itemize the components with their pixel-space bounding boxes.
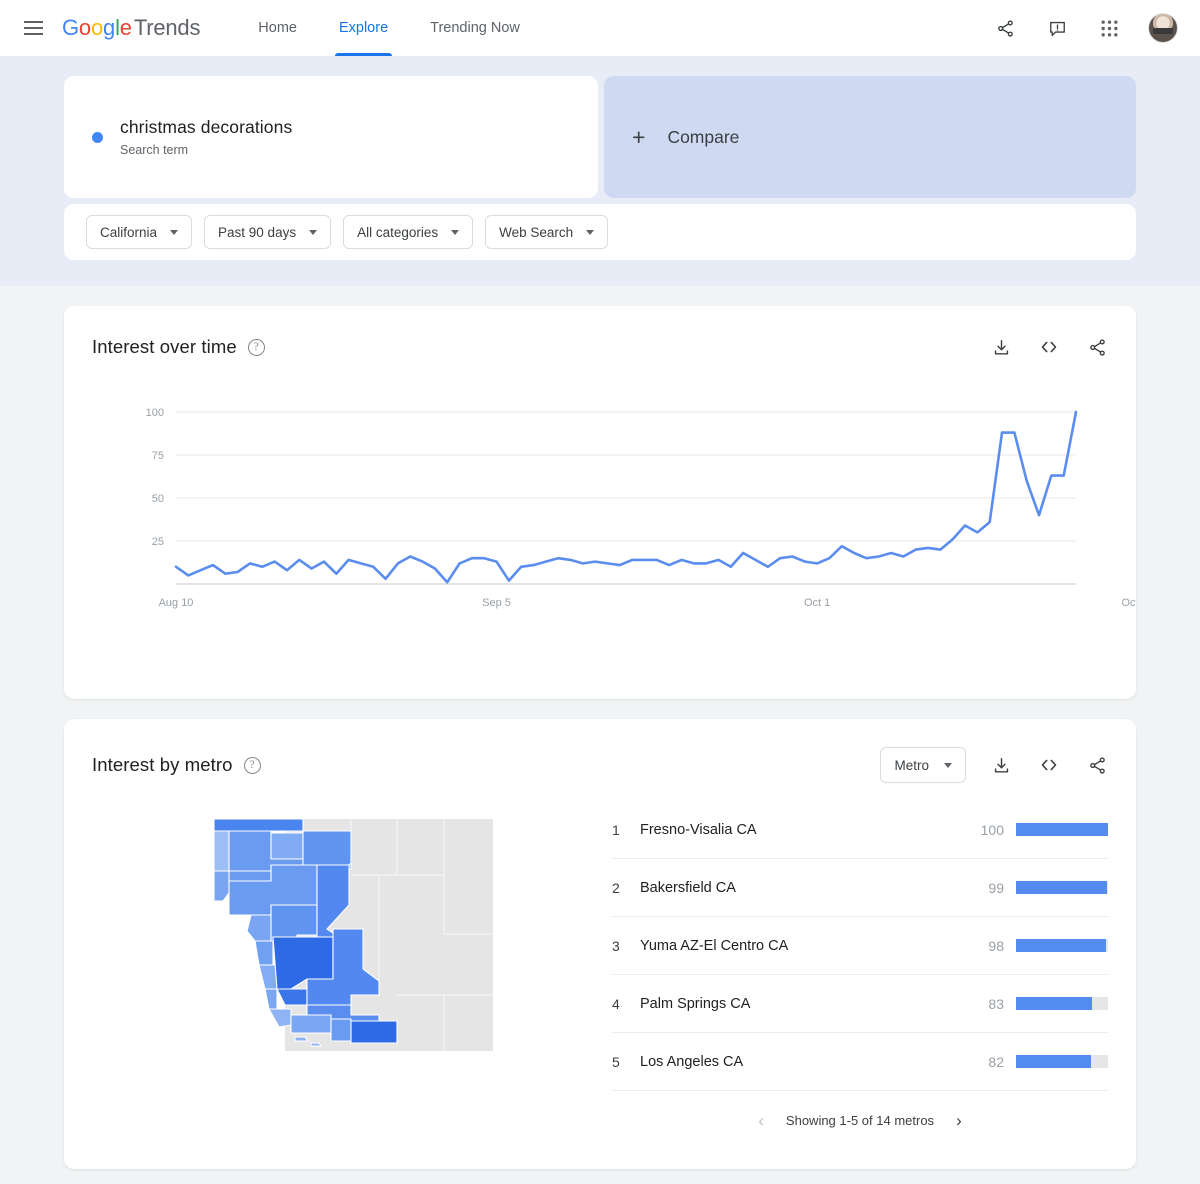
svg-text:Oct 27: Oct 27 xyxy=(1121,597,1136,609)
compare-label: Compare xyxy=(667,126,740,147)
metro-value: 82 xyxy=(988,1053,1004,1070)
download-icon[interactable] xyxy=(988,334,1014,360)
table-row[interactable]: 3 Yuma AZ-El Centro CA 98 xyxy=(612,917,1108,975)
help-icon[interactable]: ? xyxy=(247,338,265,356)
metro-bar xyxy=(1016,823,1108,836)
metro-bar xyxy=(1016,881,1108,894)
interest-over-time-card: Interest over time ? 25 50 75 100 Aug 10… xyxy=(64,306,1136,699)
google-wordmark: Google xyxy=(62,15,132,40)
apps-grid-icon[interactable] xyxy=(1096,15,1122,41)
california-choropleth-map[interactable] xyxy=(211,819,493,1051)
avatar[interactable] xyxy=(1148,13,1178,43)
metro-value: 98 xyxy=(988,937,1004,954)
embed-icon[interactable] xyxy=(1036,752,1062,778)
location-filter[interactable]: California xyxy=(86,215,193,249)
google-trends-logo[interactable]: Google Trends xyxy=(62,15,200,41)
category-filter-label: All categories xyxy=(357,224,439,240)
metro-level-select[interactable]: Metro xyxy=(880,747,966,783)
query-band: christmas decorations Search term + Comp… xyxy=(0,56,1200,286)
interest-by-metro-actions: Metro xyxy=(880,747,1110,783)
feedback-icon[interactable] xyxy=(1044,15,1070,41)
share-icon[interactable] xyxy=(1084,334,1110,360)
help-icon[interactable]: ? xyxy=(243,756,261,774)
interest-by-metro-header: Interest by metro ? Metro xyxy=(64,719,1136,783)
chevron-down-icon xyxy=(451,229,460,235)
pagination-status: Showing 1-5 of 14 metros xyxy=(785,1112,935,1128)
chevron-down-icon xyxy=(309,229,318,235)
table-row[interactable]: 1 Fresno-Visalia CA 100 xyxy=(612,801,1108,859)
metro-pagination: ‹ Showing 1-5 of 14 metros › xyxy=(612,1091,1108,1149)
metro-bar xyxy=(1016,1055,1108,1068)
metro-list: 1 Fresno-Visalia CA 100 2 Bakersfield CA… xyxy=(612,797,1108,1149)
page-title-interest-over-time: Interest over time xyxy=(92,336,237,357)
download-icon[interactable] xyxy=(988,752,1014,778)
metro-map[interactable] xyxy=(92,797,612,1149)
metro-rank: 5 xyxy=(612,1053,620,1070)
line-chart-svg: 25 50 75 100 Aug 10 Sep 5 Oct 1 Oct 27 xyxy=(146,407,1136,609)
category-filter[interactable]: All categories xyxy=(343,215,474,249)
share-icon[interactable] xyxy=(1084,752,1110,778)
time-range-filter-label: Past 90 days xyxy=(218,224,297,240)
metro-value: 83 xyxy=(988,995,1004,1012)
metro-name: Fresno-Visalia CA xyxy=(640,821,757,838)
svg-text:Oct 1: Oct 1 xyxy=(804,597,830,609)
metro-name: Los Angeles CA xyxy=(640,1053,744,1070)
prev-page-button[interactable]: ‹ xyxy=(758,1112,764,1129)
svg-text:50: 50 xyxy=(152,493,164,505)
svg-text:75: 75 xyxy=(152,450,164,462)
compare-button[interactable]: + Compare xyxy=(604,76,1136,198)
table-row[interactable]: 2 Bakersfield CA 99 xyxy=(612,859,1108,917)
filter-bar: California Past 90 days All categories W… xyxy=(64,204,1136,260)
svg-text:Aug 10: Aug 10 xyxy=(159,597,194,609)
embed-icon[interactable] xyxy=(1036,334,1062,360)
metro-level-value: Metro xyxy=(894,757,929,773)
top-bar: Google Trends Home Explore Trending Now xyxy=(0,0,1200,56)
nav-item-home[interactable]: Home xyxy=(258,0,297,56)
metro-name: Bakersfield CA xyxy=(640,879,736,896)
chevron-down-icon xyxy=(170,229,179,235)
trends-wordmark: Trends xyxy=(133,15,201,40)
metro-name: Palm Springs CA xyxy=(640,995,751,1012)
metro-rank: 4 xyxy=(612,995,620,1012)
metro-rank: 2 xyxy=(612,879,620,896)
metro-name: Yuma AZ-El Centro CA xyxy=(640,937,789,954)
search-term-text: christmas decorations xyxy=(120,117,293,137)
interest-over-time-actions xyxy=(988,334,1110,360)
main-content: Interest over time ? 25 50 75 100 Aug 10… xyxy=(0,286,1200,1169)
metro-bar xyxy=(1016,997,1108,1010)
plus-icon: + xyxy=(632,123,646,150)
page-title-interest-by-metro: Interest by metro xyxy=(92,754,233,775)
table-row[interactable]: 4 Palm Springs CA 83 xyxy=(612,975,1108,1033)
search-term-type: Search term xyxy=(120,143,189,157)
metro-value: 99 xyxy=(988,879,1004,896)
interest-by-metro-body: 1 Fresno-Visalia CA 100 2 Bakersfield CA… xyxy=(64,783,1136,1149)
chevron-down-icon xyxy=(586,229,595,235)
svg-text:25: 25 xyxy=(152,536,164,548)
metro-rank: 1 xyxy=(612,821,620,838)
location-filter-label: California xyxy=(100,224,158,240)
search-type-filter-label: Web Search xyxy=(499,224,574,240)
share-icon[interactable] xyxy=(992,15,1018,41)
main-nav: Home Explore Trending Now xyxy=(258,0,520,56)
time-range-filter[interactable]: Past 90 days xyxy=(204,215,332,249)
nav-item-explore[interactable]: Explore xyxy=(334,0,393,56)
next-page-button[interactable]: › xyxy=(956,1112,962,1129)
metro-value: 100 xyxy=(980,821,1004,838)
query-row: christmas decorations Search term + Comp… xyxy=(64,76,1136,198)
hamburger-icon[interactable] xyxy=(16,11,50,45)
series-color-dot xyxy=(92,131,103,143)
metro-rank: 3 xyxy=(612,937,620,954)
top-bar-actions xyxy=(992,13,1178,43)
interest-over-time-header: Interest over time ? xyxy=(64,306,1136,360)
svg-text:Sep 5: Sep 5 xyxy=(482,597,511,609)
nav-item-trending-now[interactable]: Trending Now xyxy=(430,0,520,56)
chevron-down-icon xyxy=(944,762,952,768)
search-type-filter[interactable]: Web Search xyxy=(485,215,609,249)
metro-bar xyxy=(1016,939,1108,952)
search-term-card[interactable]: christmas decorations Search term xyxy=(64,76,598,198)
table-row[interactable]: 5 Los Angeles CA 82 xyxy=(612,1033,1108,1091)
svg-text:100: 100 xyxy=(146,407,164,419)
interest-by-metro-card: Interest by metro ? Metro 1 Fresno-Visal… xyxy=(64,719,1136,1169)
interest-over-time-chart[interactable]: 25 50 75 100 Aug 10 Sep 5 Oct 1 Oct 27 xyxy=(64,360,1136,678)
